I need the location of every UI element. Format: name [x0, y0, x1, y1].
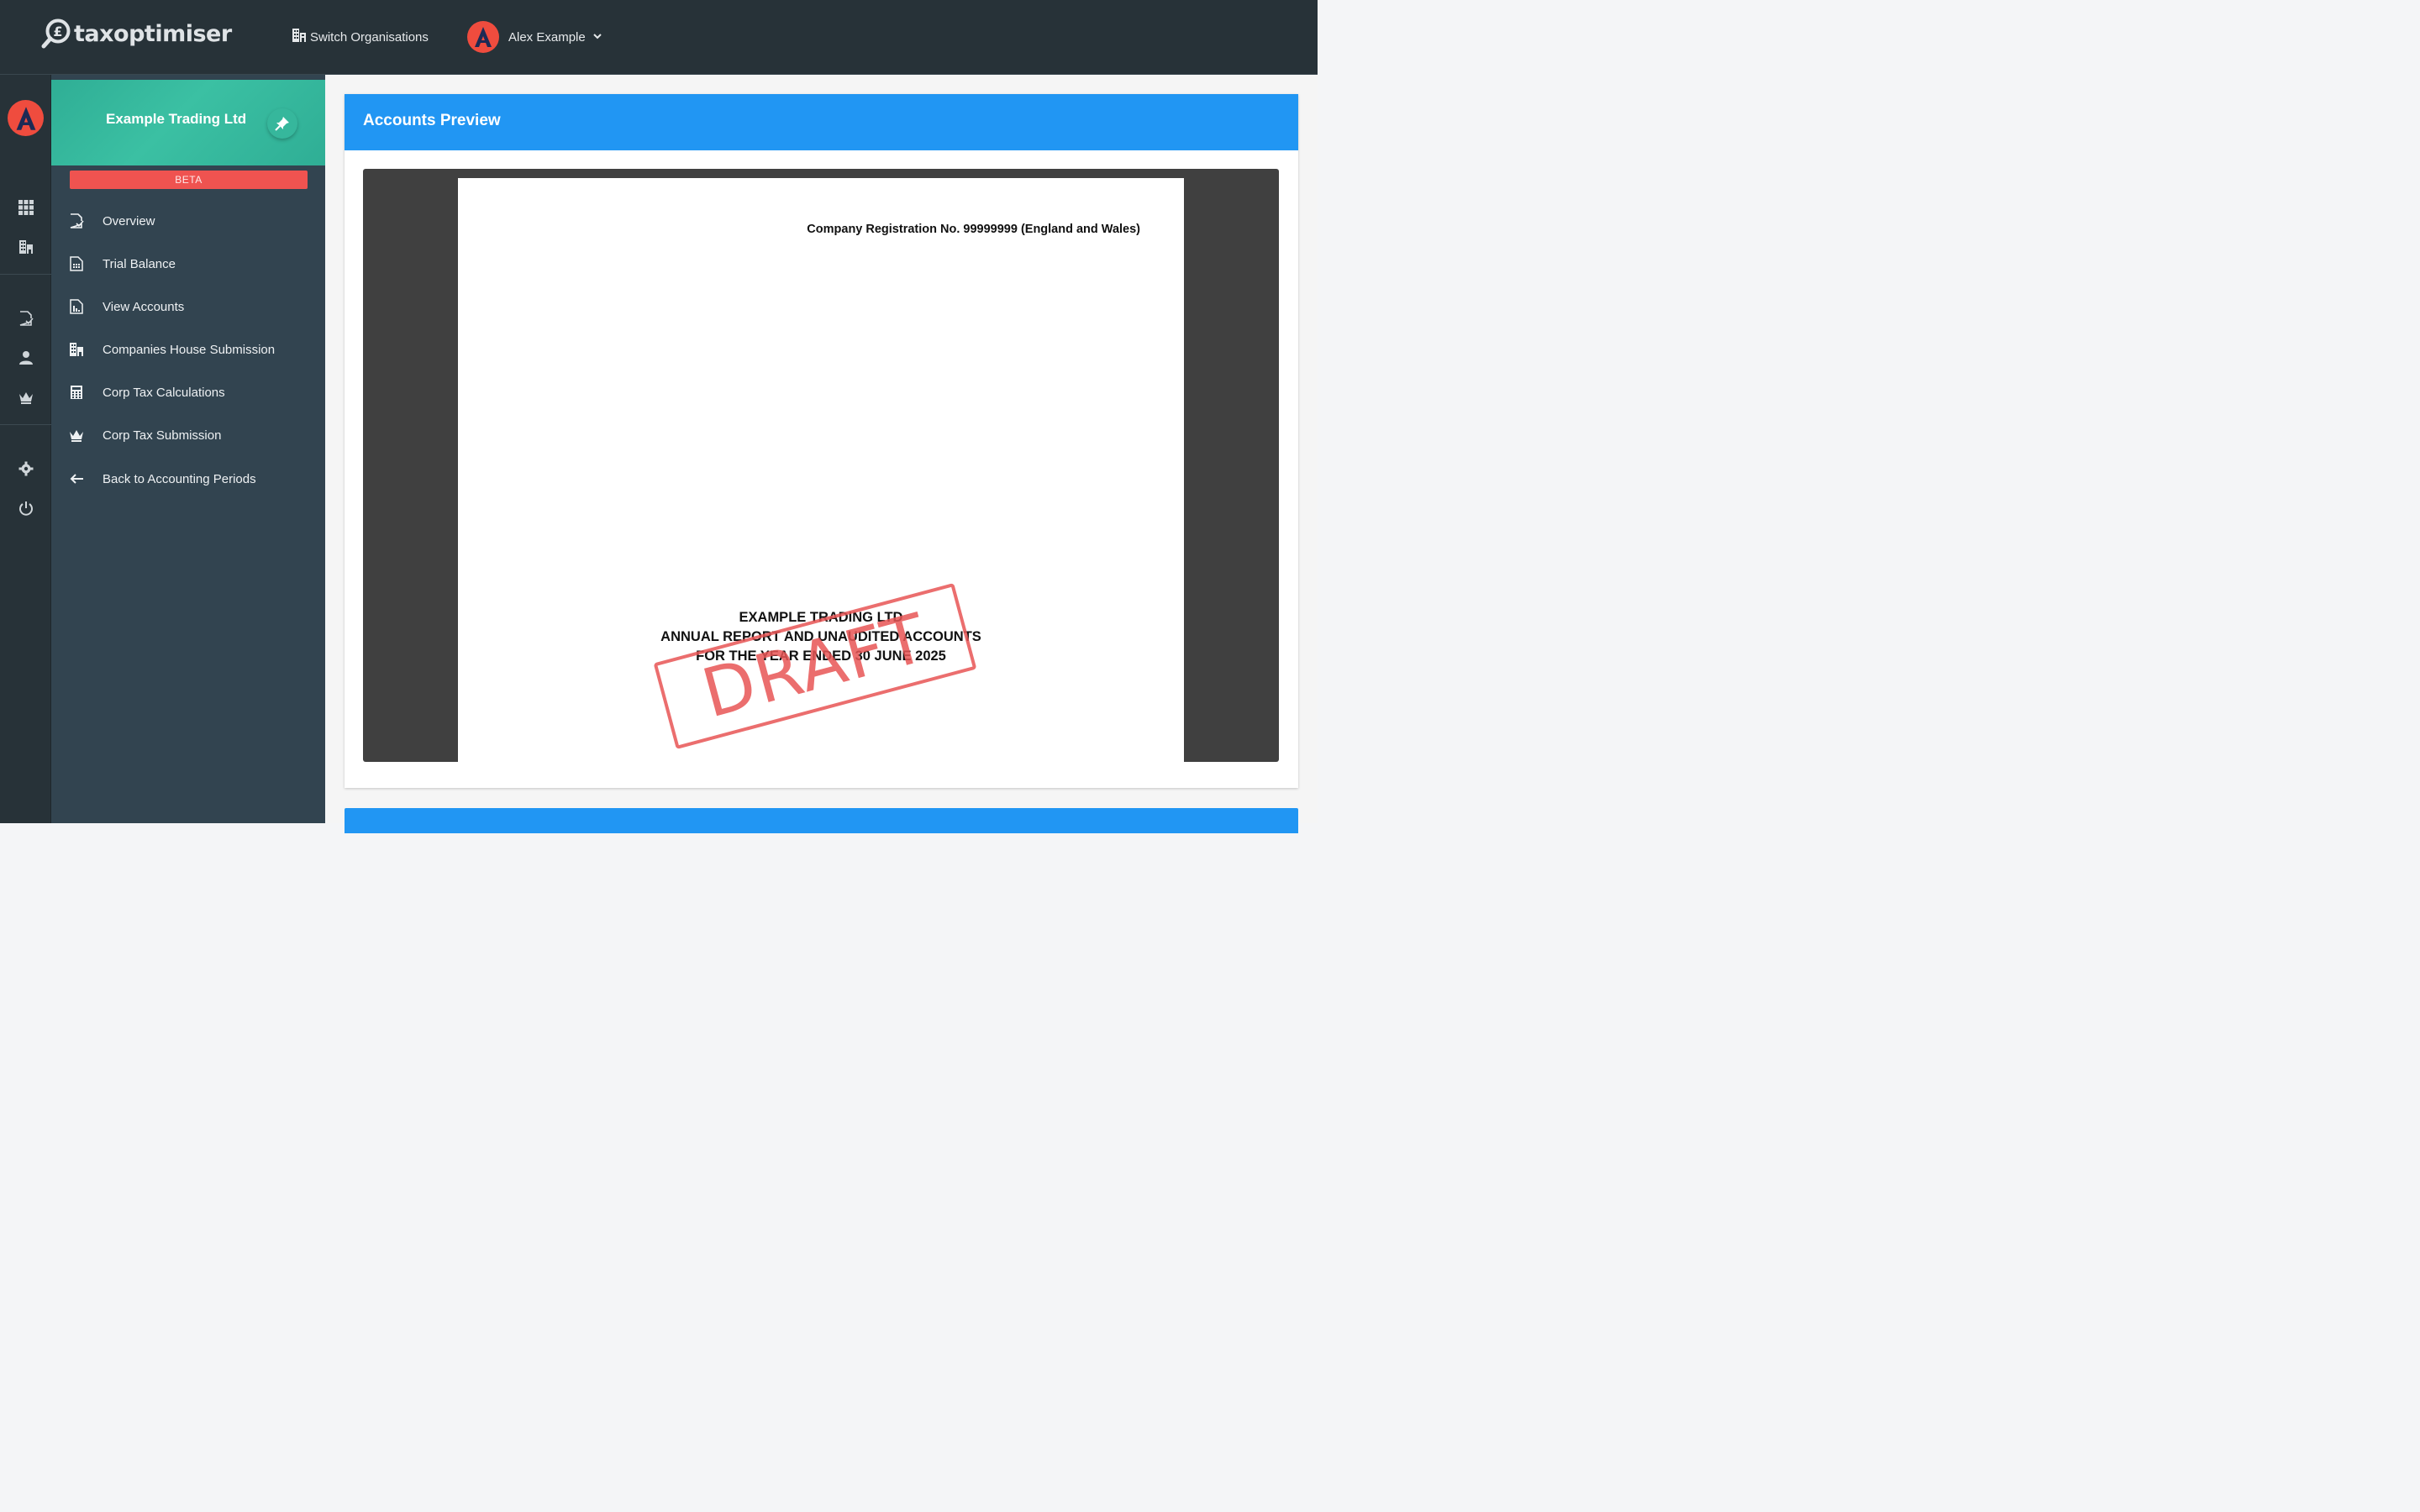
- main-content: Accounts Preview Company Registration No…: [325, 75, 1318, 833]
- rail-divider: [0, 424, 51, 425]
- top-bar: £ taxoptimiser Switch Organisations Alex…: [0, 0, 1318, 75]
- avatar: [467, 21, 499, 53]
- arrow-left-icon: [68, 470, 85, 487]
- power-icon[interactable]: [16, 498, 36, 518]
- sidebar-item-label: Corp Tax Submission: [103, 428, 222, 443]
- sidebar-item-label: View Accounts: [103, 299, 185, 314]
- sidebar-item-trial-balance[interactable]: Trial Balance: [51, 247, 325, 281]
- crown-icon: [68, 427, 85, 444]
- icon-rail: [0, 75, 51, 823]
- user-name: Alex Example: [508, 29, 586, 45]
- next-card-header: [345, 808, 1298, 833]
- sidebar-item-label: Trial Balance: [103, 256, 176, 271]
- registration-number: Company Registration No. 99999999 (Engla…: [807, 223, 1140, 236]
- switch-organisations-button[interactable]: Switch Organisations: [292, 28, 429, 46]
- sidebar-item-view-accounts[interactable]: View Accounts: [51, 290, 325, 323]
- apps-grid-icon[interactable]: [16, 197, 36, 218]
- user-menu[interactable]: Alex Example: [467, 21, 602, 53]
- card-title: Accounts Preview: [363, 112, 501, 129]
- chevron-down-icon: [592, 30, 602, 45]
- sidebar: Example Trading Ltd BETA Overview Trial …: [51, 75, 325, 823]
- card-header: Accounts Preview: [345, 94, 1298, 150]
- calculator-icon: [68, 384, 85, 401]
- document-check-icon: [68, 213, 85, 229]
- sidebar-item-back-to-periods[interactable]: Back to Accounting Periods: [51, 462, 325, 496]
- switch-organisations-label: Switch Organisations: [310, 29, 429, 45]
- sidebar-item-overview[interactable]: Overview: [51, 204, 325, 238]
- person-icon[interactable]: [16, 348, 36, 368]
- report-chart-icon: [68, 298, 85, 315]
- sidebar-item-label: Corp Tax Calculations: [103, 385, 225, 400]
- crown-icon[interactable]: [16, 387, 36, 407]
- pin-icon: [275, 117, 289, 131]
- rail-avatar[interactable]: [8, 100, 44, 136]
- sidebar-item-label: Overview: [103, 213, 155, 228]
- sidebar-item-companies-house[interactable]: Companies House Submission: [51, 333, 325, 366]
- document-page: Company Registration No. 99999999 (Engla…: [458, 178, 1184, 762]
- gear-icon[interactable]: [16, 459, 36, 479]
- beta-badge: BETA: [70, 171, 308, 189]
- sidebar-item-label: Companies House Submission: [103, 342, 276, 357]
- document-check-icon[interactable]: [16, 308, 36, 328]
- svg-text:£: £: [53, 24, 62, 39]
- pin-button[interactable]: [267, 108, 297, 139]
- building-icon: [68, 341, 85, 358]
- building-icon[interactable]: [16, 237, 36, 257]
- sidebar-item-label: Back to Accounting Periods: [103, 471, 256, 486]
- spreadsheet-icon: [68, 255, 85, 272]
- logo[interactable]: £ taxoptimiser: [40, 17, 232, 50]
- sidebar-item-corp-tax-calculations[interactable]: Corp Tax Calculations: [51, 375, 325, 409]
- pound-magnifier-icon: £: [41, 18, 71, 49]
- accounts-preview-card: Accounts Preview Company Registration No…: [345, 94, 1298, 788]
- rail-divider: [0, 274, 51, 275]
- org-header: Example Trading Ltd: [51, 80, 325, 165]
- sidebar-item-corp-tax-submission[interactable]: Corp Tax Submission: [51, 418, 325, 452]
- org-name: Example Trading Ltd: [106, 111, 247, 127]
- building-icon: [292, 28, 307, 46]
- brand-name: taxoptimiser: [74, 20, 232, 47]
- document-viewer[interactable]: Company Registration No. 99999999 (Engla…: [363, 169, 1279, 762]
